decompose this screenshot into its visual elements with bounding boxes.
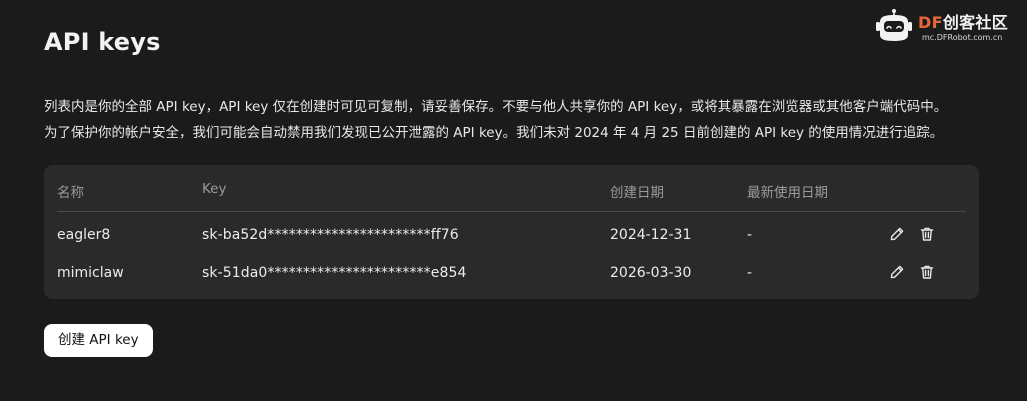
- key-value: sk-ba52d***********************ff76: [202, 227, 459, 243]
- key-created-date: 2026-03-30: [610, 265, 692, 281]
- column-header-created: 创建日期: [610, 185, 664, 201]
- table-header-divider: [57, 211, 966, 212]
- key-last-used-date: -: [747, 227, 753, 243]
- trash-icon: [920, 265, 934, 279]
- column-header-key: Key: [202, 181, 227, 197]
- create-api-key-button[interactable]: 创建 API key: [44, 324, 153, 357]
- edit-key-button[interactable]: [889, 226, 907, 244]
- edit-icon: [890, 227, 904, 241]
- robot-logo-icon: [876, 9, 912, 41]
- dfrobot-watermark-logo: DF创客社区 mc.DFRobot.com.cn: [872, 6, 1022, 46]
- edit-key-button[interactable]: [889, 264, 907, 282]
- table-row: eagler8 sk-ba52d***********************f…: [44, 217, 979, 253]
- delete-key-button[interactable]: [919, 226, 937, 244]
- key-name: eagler8: [57, 227, 111, 243]
- key-value: sk-51da0***********************e854: [202, 265, 467, 281]
- column-header-last-used: 最新使用日期: [747, 185, 828, 201]
- edit-icon: [890, 265, 904, 279]
- column-header-name: 名称: [57, 185, 84, 201]
- page-title: API keys: [44, 28, 161, 56]
- table-row: mimiclaw sk-51da0***********************…: [44, 255, 979, 291]
- delete-key-button[interactable]: [919, 264, 937, 282]
- description-line-1: 列表内是你的全部 API key，API key 仅在创建时可见可复制，请妥善保…: [44, 99, 948, 115]
- page-description: 列表内是你的全部 API key，API key 仅在创建时可见可复制，请妥善保…: [44, 94, 994, 146]
- brand-name: DF创客社区: [918, 9, 1008, 33]
- api-keys-page: API keys 列表内是你的全部 API key，API key 仅在创建时可…: [0, 0, 1027, 401]
- key-last-used-date: -: [747, 265, 753, 281]
- brand-latin: DF: [918, 13, 943, 32]
- key-name: mimiclaw: [57, 265, 124, 281]
- key-created-date: 2024-12-31: [610, 227, 692, 243]
- description-line-2: 为了保护你的帐户安全，我们可能会自动禁用我们发现已公开泄露的 API key。我…: [44, 125, 944, 141]
- api-keys-table: 名称 Key 创建日期 最新使用日期 eagler8 sk-ba52d*****…: [44, 165, 979, 299]
- trash-icon: [920, 227, 934, 241]
- brand-chinese: 创客社区: [942, 13, 1009, 32]
- brand-url: mc.DFRobot.com.cn: [922, 33, 1003, 42]
